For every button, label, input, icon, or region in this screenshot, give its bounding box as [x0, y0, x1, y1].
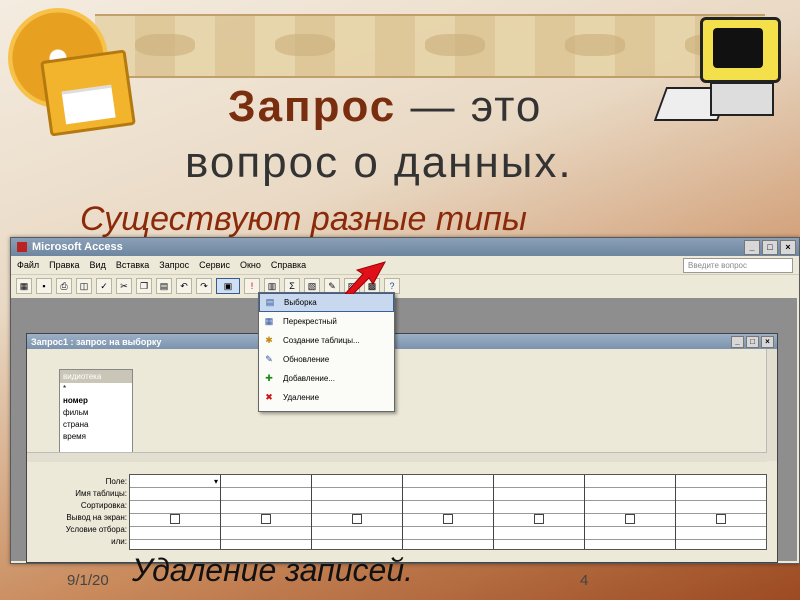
query-type-delete[interactable]: ✖ Удаление: [259, 388, 394, 407]
query-type-button[interactable]: ▣: [216, 278, 240, 294]
access-app-icon: [17, 242, 27, 252]
field-country[interactable]: страна: [60, 419, 132, 431]
preview-icon[interactable]: ◫: [76, 278, 92, 294]
slide-date: 9/1/20: [67, 572, 109, 589]
query-type-select[interactable]: ▤ Выборка: [259, 293, 394, 312]
maximize-button[interactable]: □: [762, 239, 778, 255]
copy-icon[interactable]: ❐: [136, 278, 152, 294]
grid-label-field: Поле:: [105, 477, 127, 486]
show-checkbox[interactable]: [442, 514, 453, 524]
query-maximize-button[interactable]: □: [746, 335, 759, 348]
grid-label-table: Имя таблицы:: [75, 489, 127, 498]
query-type-dropdown: ▤ Выборка ▦ Перекрестный ✱ Создание таблицы…: [258, 292, 395, 412]
grid-column[interactable]: [220, 475, 311, 549]
query-type-update[interactable]: ✎ Обновление: [259, 350, 394, 369]
grid-column[interactable]: [402, 475, 493, 549]
show-checkbox[interactable]: [260, 514, 271, 524]
query-titlebar: Запрос1 : запрос на выборку _ □ ×: [27, 334, 777, 349]
crosstab-query-icon: ▦: [264, 316, 274, 326]
design-grid: Поле: Имя таблицы: Сортировка: Вывод на …: [27, 464, 767, 560]
close-button[interactable]: ×: [780, 239, 796, 255]
field-time[interactable]: время: [60, 431, 132, 443]
make-table-query-icon: ✱: [265, 335, 273, 345]
menu-edit[interactable]: Правка: [49, 260, 79, 270]
grid-column[interactable]: [493, 475, 584, 549]
save-icon[interactable]: ▪: [36, 278, 52, 294]
red-arrow-icon: [345, 261, 387, 294]
query-minimize-button[interactable]: _: [731, 335, 744, 348]
spelling-icon[interactable]: ✓: [96, 278, 112, 294]
grid-column[interactable]: [584, 475, 675, 549]
grid-label-sort: Сортировка:: [80, 501, 127, 510]
menu-query[interactable]: Запрос: [159, 260, 189, 270]
query-type-crosstab[interactable]: ▦ Перекрестный: [259, 312, 394, 331]
slide-bottom-text: Удаление записей.: [132, 552, 413, 588]
menu-tools[interactable]: Сервис: [199, 260, 230, 270]
delete-query-icon: ✖: [265, 392, 273, 402]
query-close-button[interactable]: ×: [761, 335, 774, 348]
undo-icon[interactable]: ↶: [176, 278, 192, 294]
show-checkbox[interactable]: [715, 514, 726, 524]
table-field-list[interactable]: видиотека * номер фильм страна время: [59, 369, 133, 456]
grid-column[interactable]: ▾: [130, 475, 220, 549]
show-checkbox[interactable]: [624, 514, 635, 524]
table-pane-vscroll[interactable]: [766, 349, 777, 461]
view-icon[interactable]: ▦: [16, 278, 32, 294]
select-query-icon: ▤: [265, 297, 275, 307]
print-icon[interactable]: ⎙: [56, 278, 72, 294]
floppy-disk-icon: [40, 49, 136, 137]
table-name: видиотека: [60, 370, 132, 383]
query-design-window: Запрос1 : запрос на выборку _ □ × видиот…: [26, 333, 778, 563]
table-pane: видиотека * номер фильм страна время: [27, 349, 767, 462]
access-title: Microsoft Access: [32, 241, 123, 253]
field-all[interactable]: *: [60, 383, 132, 395]
paste-icon[interactable]: ▤: [156, 278, 172, 294]
help-search-input[interactable]: Введите вопрос: [683, 257, 793, 273]
show-checkbox[interactable]: [169, 514, 180, 524]
query-title: Запрос1 : запрос на выборку: [31, 336, 162, 347]
grid-label-show: Вывод на экран:: [66, 513, 127, 522]
grid-column[interactable]: [311, 475, 402, 549]
field-nomer[interactable]: номер: [60, 395, 132, 407]
append-query-icon: ✚: [265, 373, 273, 383]
grid-label-or: или:: [111, 537, 127, 546]
slide-title-line2: вопрос о данных.: [185, 138, 573, 187]
access-titlebar: Microsoft Access _ □ ×: [11, 238, 799, 256]
grid-column[interactable]: [675, 475, 766, 549]
minimize-button[interactable]: _: [744, 239, 760, 255]
slide-page-number: 4: [580, 572, 589, 589]
cut-icon[interactable]: ✂: [116, 278, 132, 294]
slide-subtitle: Существуют разные типы: [80, 200, 527, 238]
menu-insert[interactable]: Вставка: [116, 260, 149, 270]
grid-columns: ▾: [129, 474, 767, 550]
query-type-append[interactable]: ✚ Добавление...: [259, 369, 394, 388]
table-pane-hscroll[interactable]: [27, 452, 767, 462]
query-type-make-table[interactable]: ✱ Создание таблицы...: [259, 331, 394, 350]
chevron-down-icon[interactable]: ▾: [214, 477, 218, 486]
show-checkbox[interactable]: [351, 514, 362, 524]
menu-view[interactable]: Вид: [90, 260, 106, 270]
menu-help[interactable]: Справка: [271, 260, 306, 270]
grid-label-criteria: Условие отбора:: [65, 525, 127, 534]
grid-row-labels: Поле: Имя таблицы: Сортировка: Вывод на …: [27, 476, 127, 548]
redo-icon[interactable]: ↷: [196, 278, 212, 294]
computer-clipart-icon: [653, 12, 781, 127]
show-checkbox[interactable]: [533, 514, 544, 524]
field-film[interactable]: фильм: [60, 407, 132, 419]
menu-window[interactable]: Окно: [240, 260, 261, 270]
update-query-icon: ✎: [265, 354, 273, 364]
menu-file[interactable]: Файл: [17, 260, 39, 270]
slide-title-line1: Запрос — это: [228, 82, 543, 131]
